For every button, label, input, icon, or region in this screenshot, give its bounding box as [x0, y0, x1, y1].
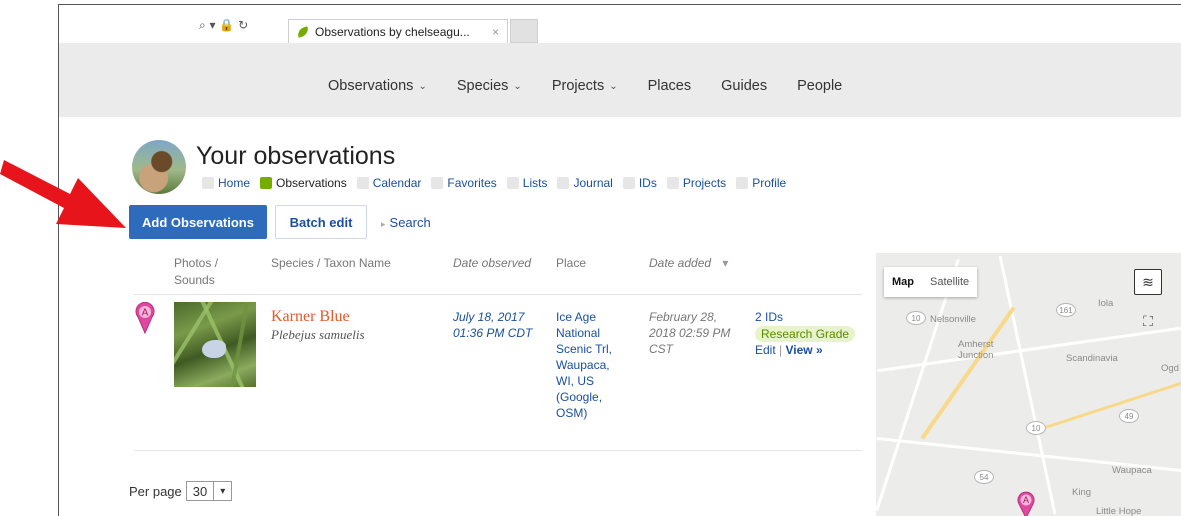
marker-letter: A — [142, 308, 149, 319]
add-observations-button[interactable]: Add Observations — [129, 205, 267, 239]
tab-title: Observations by chelseagu... — [315, 24, 470, 39]
search-link[interactable]: ▸ Search — [381, 215, 431, 230]
quality-grade-badge: Research Grade — [755, 326, 856, 342]
subnav-home[interactable]: Home — [202, 176, 250, 190]
map-town-label: Waupaca — [1112, 465, 1152, 476]
ids-icon — [622, 177, 635, 189]
map-town-label: Iola — [1098, 298, 1114, 309]
subnav-observations[interactable]: Observations — [260, 176, 347, 190]
chevron-down-icon: ⌄ — [513, 80, 522, 92]
taxon-common-name[interactable]: Karner Blue — [271, 308, 350, 326]
triangle-right-icon: ▸ — [381, 219, 386, 229]
browser-window: ⌕ ▾ 🔒 ↻ Observations by chelseagu... × O… — [58, 4, 1181, 516]
page-title: Your observations — [196, 142, 396, 170]
chevron-down-icon[interactable]: ▾ — [213, 482, 231, 500]
per-page-select[interactable]: 30 ▾ — [185, 481, 233, 501]
map-town-label: Ogd — [1161, 363, 1179, 374]
per-page-control: Per page 30 ▾ — [129, 481, 233, 501]
profile-icon — [736, 177, 749, 189]
ids-cell: 2 IDs Research Grade Edit | View » — [755, 309, 856, 358]
butterfly-image — [202, 340, 226, 358]
site-nav: Observations ⌄ Species ⌄ Projects ⌄ Places … — [59, 43, 1181, 117]
inaturalist-leaf-icon — [295, 25, 311, 38]
view-link[interactable]: View » — [786, 343, 823, 357]
map-town-label: King — [1072, 487, 1092, 498]
route-shield: 49 — [1119, 409, 1139, 423]
map-town-label: Amherst Junction — [958, 339, 994, 361]
subnav-ids[interactable]: IDs — [622, 176, 657, 190]
browser-tab[interactable]: Observations by chelseagu... × — [288, 19, 508, 43]
star-icon — [431, 177, 444, 189]
nav-observations[interactable]: Observations ⌄ — [328, 78, 427, 94]
address-icons[interactable]: ⌕ ▾ 🔒 ↻ — [199, 18, 248, 33]
browser-tab-strip: ⌕ ▾ 🔒 ↻ Observations by chelseagu... × — [59, 5, 1181, 43]
profile-subnav: Home Observations Calendar Favorites Lis… — [202, 176, 796, 190]
route-shield: 161 — [1056, 303, 1076, 317]
map-town-label: Little Hope — [1096, 506, 1142, 516]
fullscreen-icon[interactable]: ⛶ — [1138, 313, 1158, 333]
chevron-down-icon: ⌄ — [418, 80, 427, 92]
projects-icon — [666, 177, 679, 189]
new-tab-button[interactable] — [510, 19, 538, 43]
calendar-icon — [356, 177, 369, 189]
close-icon[interactable]: × — [492, 25, 499, 39]
map-type-satellite[interactable]: Satellite — [922, 276, 977, 288]
nav-people[interactable]: People — [797, 78, 842, 94]
red-arrow-annotation — [0, 160, 126, 228]
home-icon — [202, 177, 214, 189]
list-icon — [506, 177, 519, 189]
batch-edit-button[interactable]: Batch edit — [275, 205, 367, 239]
route-shield: 54 — [974, 470, 994, 484]
column-header-place[interactable]: Place — [556, 255, 586, 272]
journal-icon — [557, 177, 570, 189]
nav-guides[interactable]: Guides — [721, 78, 767, 94]
subnav-favorites[interactable]: Favorites — [431, 176, 497, 190]
subnav-projects[interactable]: Projects — [666, 176, 726, 190]
map-marker-icon[interactable]: A — [1017, 491, 1035, 516]
sort-desc-icon[interactable]: ▾ — [722, 256, 728, 270]
observation-photo[interactable] — [174, 302, 256, 387]
column-header-date-added[interactable]: Date added ▾ — [649, 255, 728, 272]
nav-places[interactable]: Places — [648, 78, 692, 94]
svg-text:A: A — [1023, 495, 1029, 505]
map-town-label: Scandinavia — [1066, 353, 1118, 364]
subnav-profile[interactable]: Profile — [736, 176, 786, 190]
route-shield: 10 — [1026, 421, 1046, 435]
map-marker-icon[interactable]: A — [135, 302, 155, 334]
map-type-map[interactable]: Map — [884, 276, 922, 288]
edit-link[interactable]: Edit — [755, 343, 776, 357]
observations-icon — [260, 177, 273, 189]
address-bar-controls[interactable]: ⌕ ▾ 🔒 ↻ — [199, 15, 248, 35]
route-shield: 10 — [906, 311, 926, 325]
column-header-photos: Photos / Sounds — [174, 256, 219, 287]
date-observed[interactable]: July 18, 2017 01:36 PM CDT — [453, 309, 532, 341]
subnav-lists[interactable]: Lists — [506, 176, 547, 190]
map-type-toggle[interactable]: Map Satellite — [884, 267, 978, 297]
chevron-down-icon: ⌄ — [609, 80, 618, 92]
layers-icon[interactable]: ≋ — [1134, 269, 1162, 295]
nav-species[interactable]: Species ⌄ — [457, 78, 522, 94]
nav-projects[interactable]: Projects ⌄ — [552, 78, 618, 94]
map-town-label: Nelsonville — [930, 314, 976, 325]
place-link[interactable]: Ice Age National Scenic Trl, Waupaca, WI… — [556, 309, 636, 421]
column-header-date-observed[interactable]: Date observed — [453, 255, 531, 272]
avatar[interactable] — [132, 140, 186, 194]
observations-map[interactable]: Map Satellite ≋ ⛶ 10 Nelsonville Amherst… — [876, 253, 1181, 516]
subnav-calendar[interactable]: Calendar — [356, 176, 421, 190]
header-divider — [134, 294, 862, 295]
subnav-journal[interactable]: Journal — [557, 176, 613, 190]
date-added: February 28, 2018 02:59 PM CST — [649, 310, 731, 356]
per-page-label: Per page — [129, 483, 182, 499]
taxon-scientific-name: Plebejus samuelis — [271, 327, 365, 342]
column-header-species[interactable]: Species / Taxon Name — [271, 255, 391, 272]
row-divider — [134, 450, 862, 451]
ids-count-link[interactable]: 2 IDs — [755, 309, 855, 325]
